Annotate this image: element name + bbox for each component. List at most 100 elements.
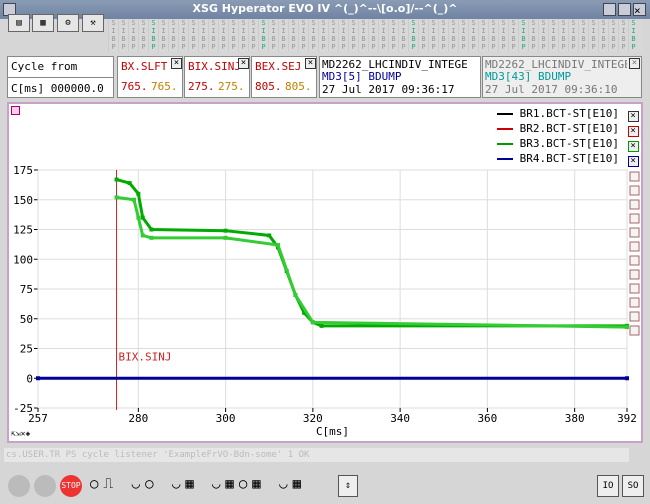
cycle-slot[interactable]: S I B P: [148, 19, 158, 52]
close-icon[interactable]: ×: [171, 58, 182, 69]
cycle-slot[interactable]: S I B P: [228, 19, 238, 52]
cycle-slot[interactable]: S I B P: [328, 19, 338, 52]
cycle-slot[interactable]: S I B P: [348, 19, 358, 52]
cycle-slot[interactable]: S I B P: [138, 19, 148, 52]
trace-toggle-icon[interactable]: [629, 227, 640, 238]
trace-toggle-icon[interactable]: [629, 199, 640, 210]
info-box-bix-sinj[interactable]: BIX.SINJ × 275. 275.: [184, 56, 250, 98]
trace-toggle-icon[interactable]: [629, 269, 640, 280]
chart-plot[interactable]: 1751501251007550250-25257 280 300 320 340 360…: [9, 160, 641, 442]
toggle-icon[interactable]: ×: [627, 141, 639, 152]
cycle-slot[interactable]: S I B P: [418, 19, 428, 52]
md-panel-previous[interactable]: MD2262_LHCINDIV_INTEGE × MD3[43] BDUMP 2…: [482, 56, 642, 98]
trace-toggle-icon[interactable]: [629, 297, 640, 308]
trace-toggle-icon[interactable]: [629, 283, 640, 294]
cycle-slot[interactable]: S I B P: [278, 19, 288, 52]
cycle-label: Cycle from: [11, 60, 78, 73]
cycle-slot[interactable]: S I B P: [238, 19, 248, 52]
cycle-slot[interactable]: S I B P: [208, 19, 218, 52]
display-mode-selector[interactable]: ◡▦○▦ ◡▦: [212, 476, 342, 496]
cycle-slot[interactable]: S I B P: [438, 19, 448, 52]
export-icon[interactable]: ▦: [32, 14, 54, 32]
cycle-slot[interactable]: S I B P: [568, 19, 578, 52]
bike-config-icon[interactable]: ⚒: [82, 14, 104, 32]
info-box-bx-slft[interactable]: BX.SLFT × 765. 765.: [117, 56, 183, 98]
cycle-slot[interactable]: S I B P: [338, 19, 348, 52]
trace-toggle-icon[interactable]: [629, 241, 640, 252]
info-name: BEX.SEJ: [255, 60, 302, 73]
cycle-slot[interactable]: S I B P: [108, 19, 118, 52]
trace-toggle-icon[interactable]: [629, 311, 640, 322]
print-icon[interactable]: ▤: [8, 14, 30, 32]
info-box-bex-sej[interactable]: BEX.SEJ × 805. 805.: [251, 56, 317, 98]
stop-button[interactable]: STOP: [60, 475, 82, 497]
cycle-slot[interactable]: S I B P: [628, 19, 638, 52]
cycle-slot[interactable]: S I B P: [518, 19, 528, 52]
range-toggle-icon[interactable]: ⇕: [338, 475, 358, 497]
legend-item[interactable]: BR3.BCT-ST[E10] ×: [497, 137, 639, 152]
cycle-slot[interactable]: S I B P: [288, 19, 298, 52]
cycle-slot[interactable]: S I B P: [168, 19, 178, 52]
pause-button[interactable]: [34, 475, 56, 497]
cycle-slot[interactable]: S I B P: [218, 19, 228, 52]
cycle-slot[interactable]: S I B P: [258, 19, 268, 52]
cycle-slot[interactable]: S I B P: [528, 19, 538, 52]
cycle-slot[interactable]: S I B P: [198, 19, 208, 52]
cycle-strip[interactable]: S I B PS I B PS I B PS I B PS I B PS I B…: [108, 19, 642, 52]
cycle-slot[interactable]: S I B P: [548, 19, 558, 52]
cycle-slot[interactable]: S I B P: [188, 19, 198, 52]
cycle-slot[interactable]: S I B P: [608, 19, 618, 52]
close-button[interactable]: ×: [633, 3, 646, 17]
play-button[interactable]: [8, 475, 30, 497]
md-panel-current[interactable]: MD2262_LHCINDIV_INTEGE MD3[5] BDUMP 27 J…: [319, 56, 481, 98]
close-icon[interactable]: ×: [238, 58, 249, 69]
cycle-slot[interactable]: S I B P: [178, 19, 188, 52]
cycle-slot[interactable]: S I B P: [268, 19, 278, 52]
cycle-slot[interactable]: S I B P: [488, 19, 498, 52]
cycle-slot[interactable]: S I B P: [368, 19, 378, 52]
trace-toggle-icon[interactable]: [629, 171, 640, 182]
cycle-slot[interactable]: S I B P: [248, 19, 258, 52]
x-tick-label: 280: [128, 412, 148, 425]
cycle-slot[interactable]: S I B P: [408, 19, 418, 52]
maximize-button[interactable]: [618, 3, 631, 16]
cycle-slot[interactable]: S I B P: [428, 19, 438, 52]
cycle-slot[interactable]: S I B P: [588, 19, 598, 52]
cycle-slot[interactable]: S I B P: [538, 19, 548, 52]
legend-item[interactable]: BR1.BCT-ST[E10] ×: [497, 107, 639, 122]
cycle-slot[interactable]: S I B P: [308, 19, 318, 52]
cycle-slot[interactable]: S I B P: [508, 19, 518, 52]
cycle-slot[interactable]: S I B P: [318, 19, 328, 52]
cycle-slot[interactable]: S I B P: [578, 19, 588, 52]
cycle-slot[interactable]: S I B P: [498, 19, 508, 52]
close-icon[interactable]: ×: [305, 58, 316, 69]
cycle-slot[interactable]: S I B P: [478, 19, 488, 52]
toggle-icon[interactable]: ×: [627, 126, 639, 137]
cycle-slot[interactable]: S I B P: [458, 19, 468, 52]
cycle-slot[interactable]: S I B P: [298, 19, 308, 52]
cycle-slot[interactable]: S I B P: [378, 19, 388, 52]
trace-toggle-icon[interactable]: [629, 325, 640, 336]
toggle-icon[interactable]: ×: [627, 111, 639, 122]
close-icon[interactable]: ×: [629, 58, 640, 69]
cycle-slot[interactable]: S I B P: [388, 19, 398, 52]
trace-toggle-icon[interactable]: [629, 213, 640, 224]
cycle-slot[interactable]: S I B P: [558, 19, 568, 52]
minimize-button[interactable]: [603, 3, 616, 16]
chart-menu-icon[interactable]: [11, 106, 20, 115]
trace-toggle-icon[interactable]: [629, 185, 640, 196]
cycle-slot[interactable]: S I B P: [358, 19, 368, 52]
cycle-slot[interactable]: S I B P: [158, 19, 168, 52]
cycle-slot[interactable]: S I B P: [128, 19, 138, 52]
cycle-slot[interactable]: S I B P: [468, 19, 478, 52]
trace-toggle-icon[interactable]: [629, 255, 640, 266]
zoom-out-icon[interactable]: SO: [622, 475, 644, 497]
bike-icon[interactable]: ⚙: [57, 14, 79, 32]
cycle-slot[interactable]: S I B P: [398, 19, 408, 52]
cycle-slot[interactable]: S I B P: [448, 19, 458, 52]
zoom-in-icon[interactable]: IO: [597, 475, 619, 497]
legend-item[interactable]: BR2.BCT-ST[E10] ×: [497, 122, 639, 137]
cycle-slot[interactable]: S I B P: [118, 19, 128, 52]
cycle-slot[interactable]: S I B P: [598, 19, 608, 52]
cycle-slot[interactable]: S I B P: [618, 19, 628, 52]
